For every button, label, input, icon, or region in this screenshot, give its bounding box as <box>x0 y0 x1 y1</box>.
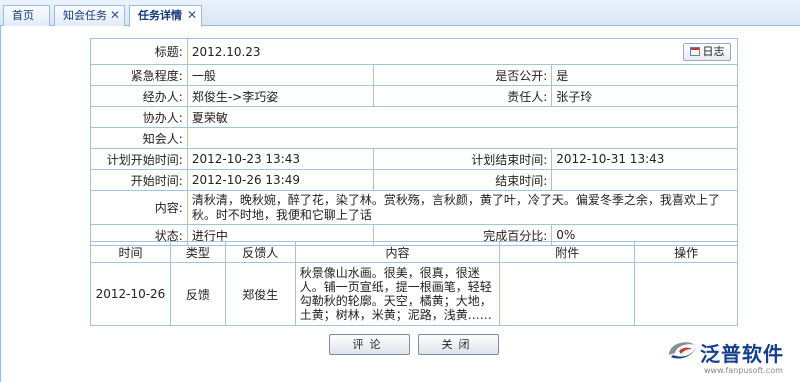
header-content: 内容 <box>294 241 501 263</box>
plan-end-label: 计划结束时间: <box>372 148 553 170</box>
plan-start-value: 2012-10-23 13:43 <box>186 148 374 170</box>
owner-value: 张子玲 <box>551 85 738 107</box>
start-label: 开始时间: <box>90 169 188 191</box>
header-person: 反馈人 <box>224 241 296 263</box>
company-logo: 泛普软件 www.fanpusoft.com <box>652 334 800 382</box>
header-type: 类型 <box>169 241 226 263</box>
tab-task-detail[interactable]: 任务详情 ✕ <box>129 5 202 27</box>
plan-end-value: 2012-10-31 13:43 <box>551 148 738 170</box>
logo-mark-icon <box>669 342 696 359</box>
row-action <box>634 262 738 326</box>
content-value: 清秋清，晚秋婉，醉了花，染了林。赏秋殇，言秋颜，黄了叶，冷了天。偏爱冬季之余，我… <box>186 190 739 225</box>
content-label: 内容: <box>90 190 188 225</box>
urgency-value: 一般 <box>186 64 374 86</box>
end-value <box>551 169 738 191</box>
logo-name: 泛普软件 <box>700 342 784 366</box>
public-value: 是 <box>551 64 738 86</box>
public-label: 是否公开: <box>372 64 553 86</box>
log-button[interactable]: 日志 <box>683 43 731 61</box>
task-detail-table: 标题: 2012.10.23 日志 紧急程度: 一般 是否公开: 是 经办人: … <box>90 38 739 246</box>
handler-value: 郑俊生->李巧姿 <box>186 85 374 107</box>
row-content: 秋景像山水画。很美，很真，很迷人。铺一页宣纸，提一根画笔，轻轻勾勒秋的轮廓。天空… <box>294 262 501 326</box>
logo-url: www.fanpusoft.com <box>704 366 783 375</box>
row-person: 郑俊生 <box>224 262 296 326</box>
end-label: 结束时间: <box>372 169 553 191</box>
feedback-table: 时间 类型 反馈人 内容 附件 操作 2012-10-26 反馈 郑俊生 秋景像… <box>90 241 738 326</box>
title-cell: 2012.10.23 日志 <box>186 38 739 65</box>
notify-label: 知会人: <box>90 127 188 149</box>
tab-home[interactable]: 首页 <box>3 5 50 26</box>
notify-value <box>186 127 739 149</box>
title-label: 标题: <box>90 38 188 65</box>
row-attachment <box>499 262 636 326</box>
plan-start-label: 计划开始时间: <box>90 148 188 170</box>
header-attachment: 附件 <box>499 241 636 263</box>
comment-button[interactable]: 评论 <box>329 334 410 355</box>
row-time: 2012-10-26 <box>90 262 171 326</box>
header-time: 时间 <box>90 241 171 263</box>
start-value: 2012-10-26 13:49 <box>186 169 374 191</box>
header-action: 操作 <box>634 241 738 263</box>
calendar-icon <box>689 47 700 56</box>
urgency-label: 紧急程度: <box>90 64 188 86</box>
assist-label: 协办人: <box>90 106 188 128</box>
tab-notify-tasks[interactable]: 知会任务 ✕ <box>54 5 125 26</box>
owner-label: 责任人: <box>372 85 553 107</box>
title-value: 2012.10.23 <box>191 44 261 59</box>
handler-label: 经办人: <box>90 85 188 107</box>
close-icon[interactable]: ✕ <box>110 6 120 25</box>
tab-label: 任务详情 <box>138 9 182 22</box>
row-type: 反馈 <box>169 262 226 326</box>
tab-label: 首页 <box>12 9 34 22</box>
assist-value: 夏荣敏 <box>186 106 739 128</box>
log-button-label: 日志 <box>702 45 725 58</box>
table-row: 2012-10-26 反馈 郑俊生 秋景像山水画。很美，很真，很迷人。铺一页宣纸… <box>90 262 738 326</box>
close-icon[interactable]: ✕ <box>187 6 197 25</box>
tab-label: 知会任务 <box>63 9 107 22</box>
close-button[interactable]: 关闭 <box>418 334 499 355</box>
tab-bar: 首页 知会任务 ✕ 任务详情 ✕ <box>0 0 800 27</box>
